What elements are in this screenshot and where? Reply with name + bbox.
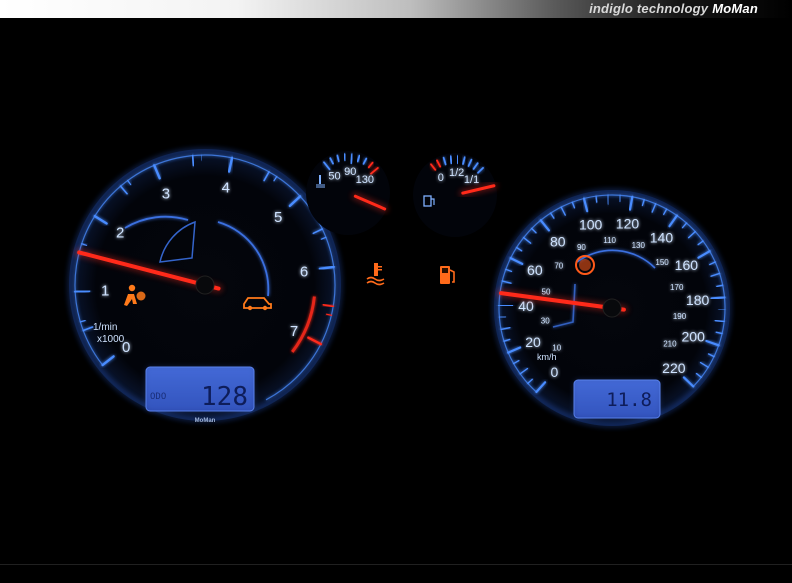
tachometer-tick bbox=[191, 154, 195, 167]
speedometer-label: 220 bbox=[662, 360, 686, 376]
speedometer-minor-label: 110 bbox=[603, 236, 616, 245]
speedometer-label: 80 bbox=[550, 233, 566, 249]
speedometer-minor-label: 170 bbox=[670, 283, 684, 292]
tachometer-brand: MoMan bbox=[195, 418, 216, 424]
tachometer-label: 3 bbox=[162, 185, 170, 202]
center-warnings bbox=[366, 263, 455, 286]
fuel-label: 1/1 bbox=[464, 174, 479, 186]
tachometer-label: 7 bbox=[290, 323, 298, 340]
speedometer-minor-label: 70 bbox=[554, 262, 563, 271]
tachometer-label: 1 bbox=[101, 283, 109, 300]
tachometer-tick bbox=[73, 289, 91, 294]
speedometer-tick bbox=[710, 296, 726, 300]
fuel-tick bbox=[449, 155, 453, 165]
speedometer-minor-label: 210 bbox=[663, 340, 677, 349]
tachometer-lcd-prefix: ODO bbox=[150, 392, 166, 402]
tachometer-lcd: ODO 128 bbox=[145, 366, 255, 412]
speedometer-lcd-value: 11.8 bbox=[606, 389, 652, 411]
temperature-label: 50 bbox=[328, 171, 340, 183]
tachometer-unit-multiplier: x1000 bbox=[97, 334, 125, 345]
temperature-tick bbox=[350, 153, 353, 165]
fuel-label: 0 bbox=[438, 172, 444, 184]
tachometer-lcd-value: 128 bbox=[201, 382, 248, 412]
speedometer-label: 180 bbox=[686, 292, 710, 308]
fuel-gauge: 0 1/21/1 bbox=[413, 153, 498, 237]
speedometer-minor-label: 130 bbox=[632, 241, 646, 250]
coolant-warning-icon bbox=[366, 263, 385, 286]
tachometer-unit-label: 1/min bbox=[93, 322, 117, 333]
dashboard-photo: indiglo technology MoMan 0 1 2 3 4 5 6 7… bbox=[0, 0, 792, 583]
tachometer-label: 4 bbox=[222, 180, 230, 197]
speedometer-tick bbox=[595, 195, 598, 203]
temperature-label: 90 bbox=[344, 166, 356, 178]
speedometer-minor-label: 90 bbox=[577, 243, 586, 252]
fuel-label: 1/2 bbox=[449, 167, 464, 179]
speedometer-lcd: 11.8 bbox=[573, 379, 661, 419]
speedometer-label: 120 bbox=[616, 215, 640, 231]
speedometer-label: 100 bbox=[579, 217, 603, 233]
instrument-cluster: 0 1 2 3 4 5 6 7 1/min x1000 ODO 128 MoMan 50 9… bbox=[68, 148, 731, 427]
speedometer-label: 20 bbox=[525, 334, 541, 350]
speedometer-unit-label: km/h bbox=[537, 352, 557, 362]
speedometer-minor-label: 150 bbox=[655, 258, 669, 267]
temperature-label: 130 bbox=[356, 174, 374, 186]
tachometer: 0123 4567 1/min x1000 ODO 128 MoMan bbox=[68, 148, 342, 424]
tachometer-label: 6 bbox=[300, 263, 308, 280]
fuel-warning-icon bbox=[440, 266, 455, 284]
speedometer-label: 0 bbox=[551, 364, 559, 380]
speedometer-label: 140 bbox=[650, 230, 674, 246]
speedometer: 020406080100 120140160180200220 103050709… bbox=[493, 189, 731, 427]
photo-border bbox=[0, 564, 792, 565]
tachometer-label: 2 bbox=[116, 224, 124, 241]
speedometer-label: 60 bbox=[527, 262, 543, 278]
tachometer-label: 5 bbox=[274, 209, 282, 226]
speedometer-label: 200 bbox=[682, 328, 706, 344]
speedometer-minor-label: 30 bbox=[541, 317, 550, 326]
speedometer-minor-label: 190 bbox=[673, 312, 687, 321]
temperature-tick bbox=[343, 153, 347, 162]
temperature-gauge: 50 90130 bbox=[306, 151, 390, 235]
speedometer-label: 160 bbox=[675, 257, 699, 273]
